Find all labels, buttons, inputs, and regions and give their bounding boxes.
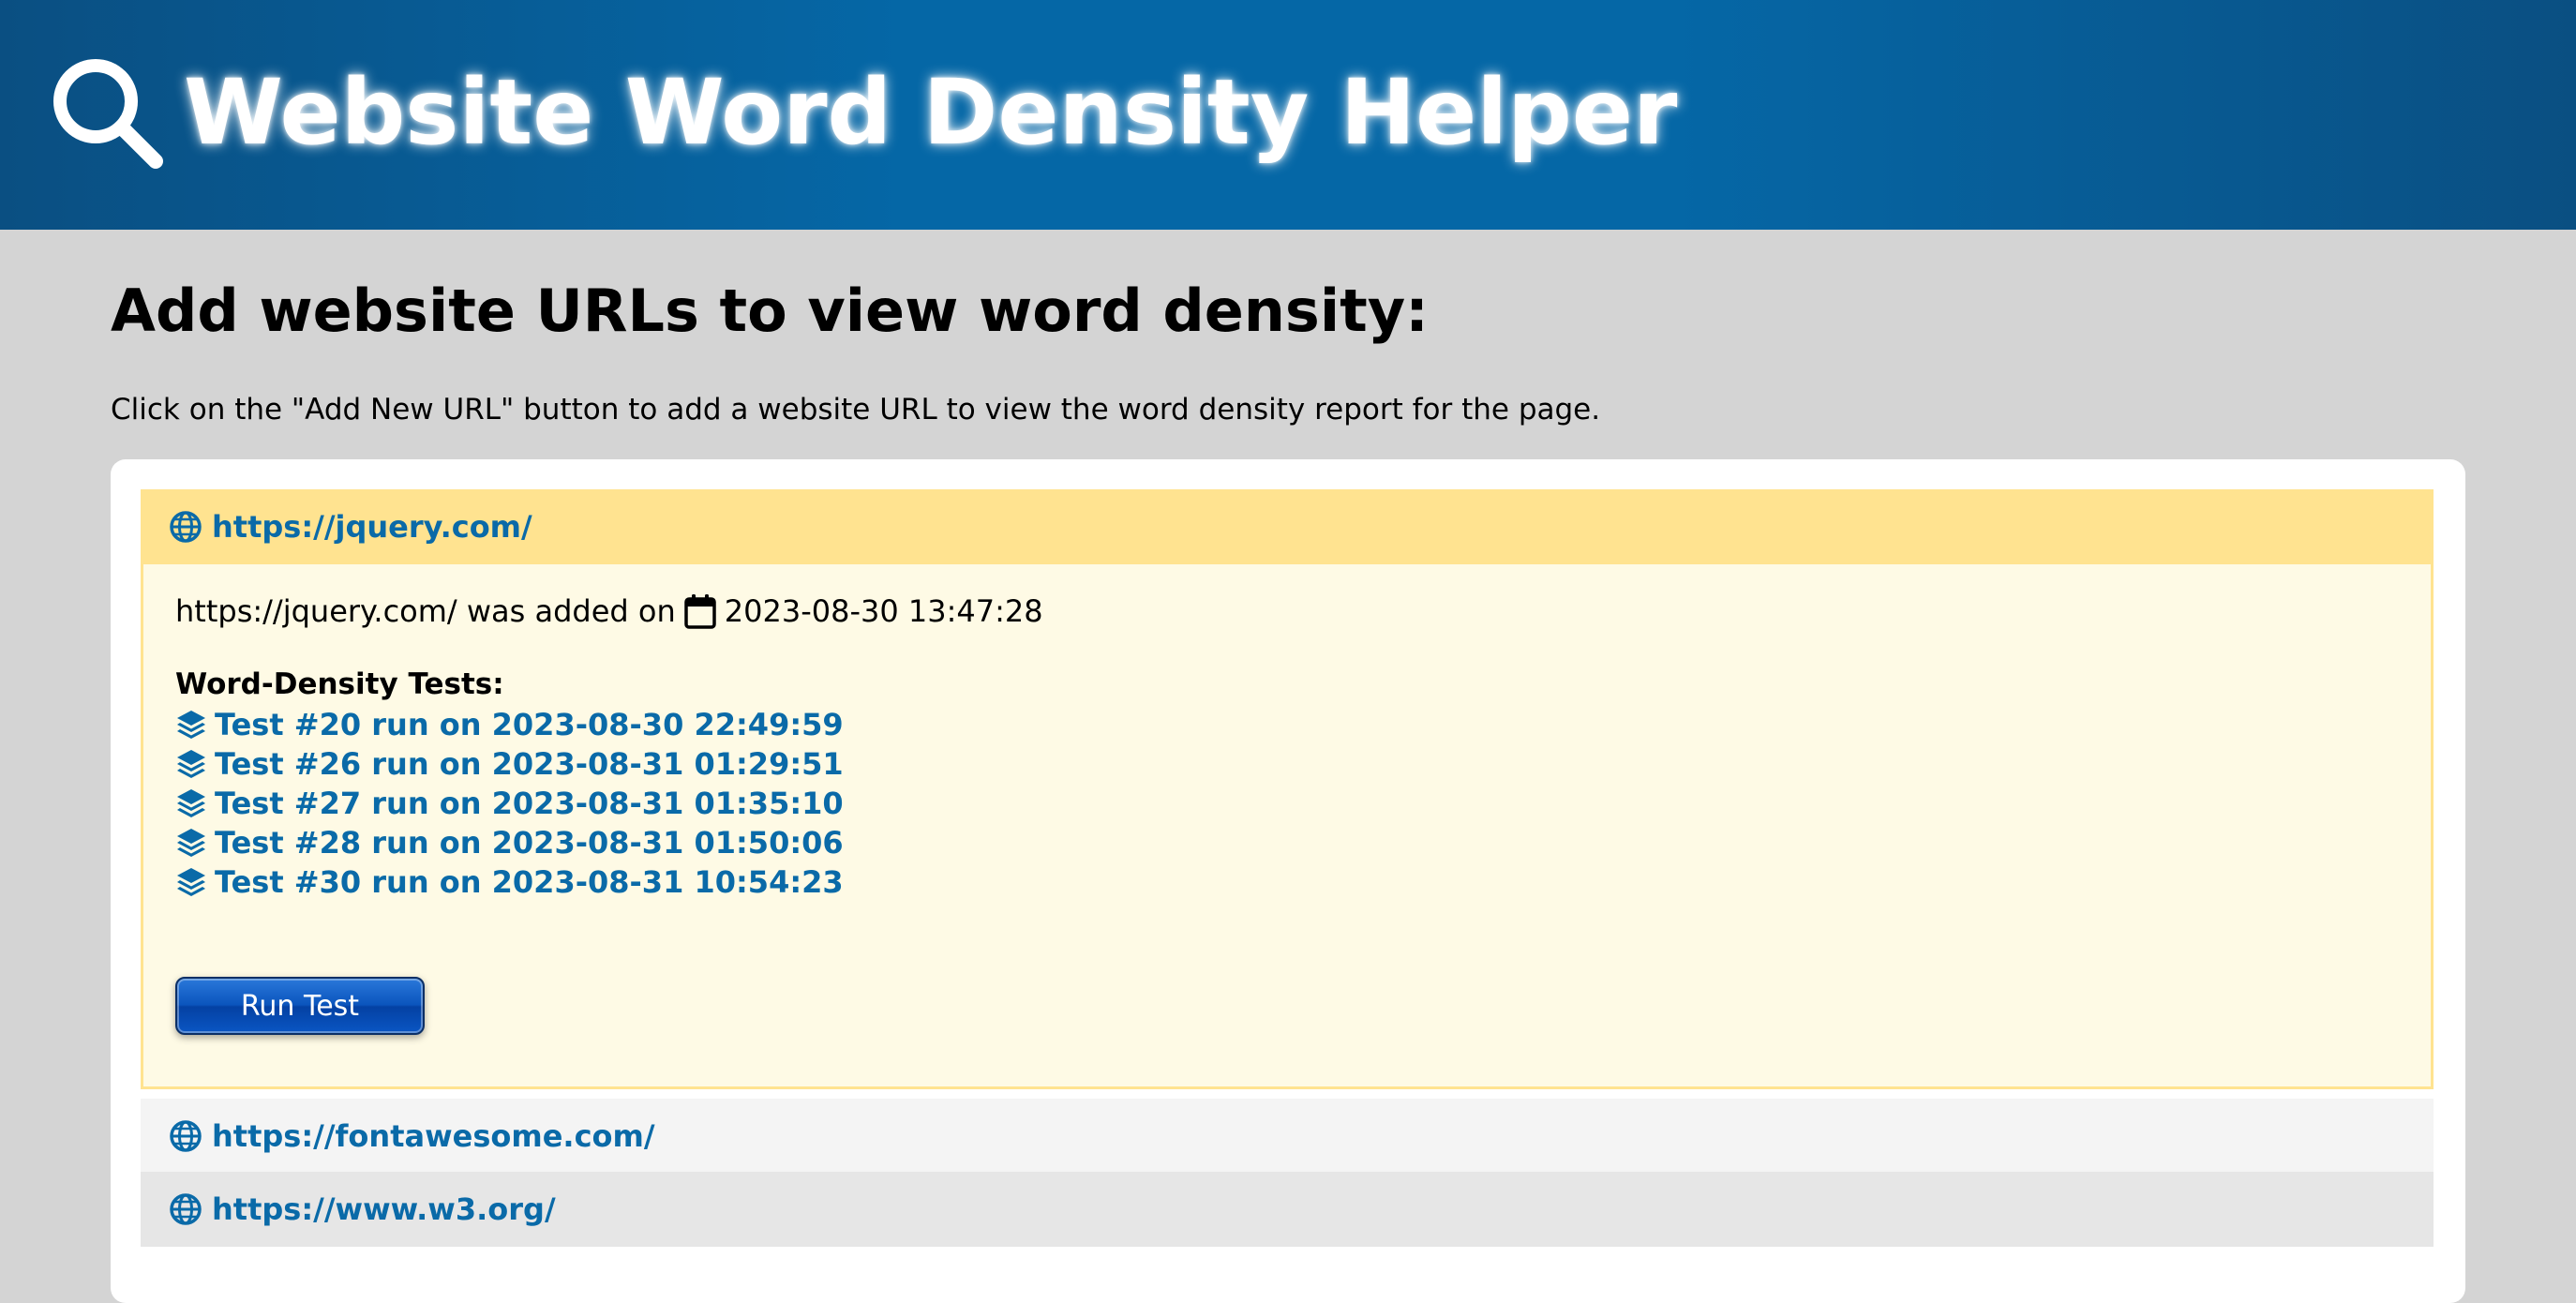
layers-icon xyxy=(177,789,205,817)
globe-icon xyxy=(170,511,202,543)
list-item: Test #28 run on 2023-08-31 01:50:06 xyxy=(175,823,844,862)
layers-icon xyxy=(177,750,205,778)
app-header: Website Word Density Helper xyxy=(0,0,2576,230)
added-datetime: 2023-08-30 13:47:28 xyxy=(724,593,1043,629)
url-link[interactable]: https://jquery.com/ xyxy=(212,509,532,545)
added-prefix: https://jquery.com/ was added on xyxy=(175,593,676,629)
url-link[interactable]: https://fontawesome.com/ xyxy=(212,1118,655,1154)
test-link[interactable]: Test #30 run on 2023-08-31 10:54:23 xyxy=(215,864,844,900)
layers-icon xyxy=(177,829,205,857)
url-item-header-w3[interactable]: https://www.w3.org/ xyxy=(141,1172,2434,1247)
test-link[interactable]: Test #27 run on 2023-08-31 01:35:10 xyxy=(215,786,844,821)
added-info: https://jquery.com/ was added on 2023-08… xyxy=(175,589,1043,634)
layers-icon xyxy=(177,711,205,739)
test-list: Test #20 run on 2023-08-30 22:49:59 Test… xyxy=(175,705,844,902)
search-icon xyxy=(53,59,163,169)
test-link[interactable]: Test #20 run on 2023-08-30 22:49:59 xyxy=(215,707,844,742)
intro-text: Click on the "Add New URL" button to add… xyxy=(111,393,1601,427)
url-item-body: https://jquery.com/ was added on 2023-08… xyxy=(141,564,2434,1089)
app-title: Website Word Density Helper xyxy=(184,60,1678,165)
layers-icon xyxy=(177,868,205,896)
test-link[interactable]: Test #26 run on 2023-08-31 01:29:51 xyxy=(215,746,844,782)
calendar-icon xyxy=(684,594,716,629)
test-link[interactable]: Test #28 run on 2023-08-31 01:50:06 xyxy=(215,825,844,861)
url-item-header-fontawesome[interactable]: https://fontawesome.com/ xyxy=(141,1099,2434,1174)
tests-label: Word-Density Tests: xyxy=(175,667,504,701)
list-item: Test #30 run on 2023-08-31 10:54:23 xyxy=(175,862,844,902)
url-accordion: https://jquery.com/ https://jquery.com/ … xyxy=(111,459,2465,1303)
list-item: Test #26 run on 2023-08-31 01:29:51 xyxy=(175,744,844,784)
url-item-header-jquery[interactable]: https://jquery.com/ xyxy=(141,489,2434,564)
globe-icon xyxy=(170,1193,202,1225)
url-link[interactable]: https://www.w3.org/ xyxy=(212,1191,556,1227)
page-heading: Add website URLs to view word density: xyxy=(111,277,1429,345)
globe-icon xyxy=(170,1120,202,1152)
list-item: Test #20 run on 2023-08-30 22:49:59 xyxy=(175,705,844,744)
list-item: Test #27 run on 2023-08-31 01:35:10 xyxy=(175,784,844,823)
run-test-button[interactable]: Run Test xyxy=(175,977,425,1035)
